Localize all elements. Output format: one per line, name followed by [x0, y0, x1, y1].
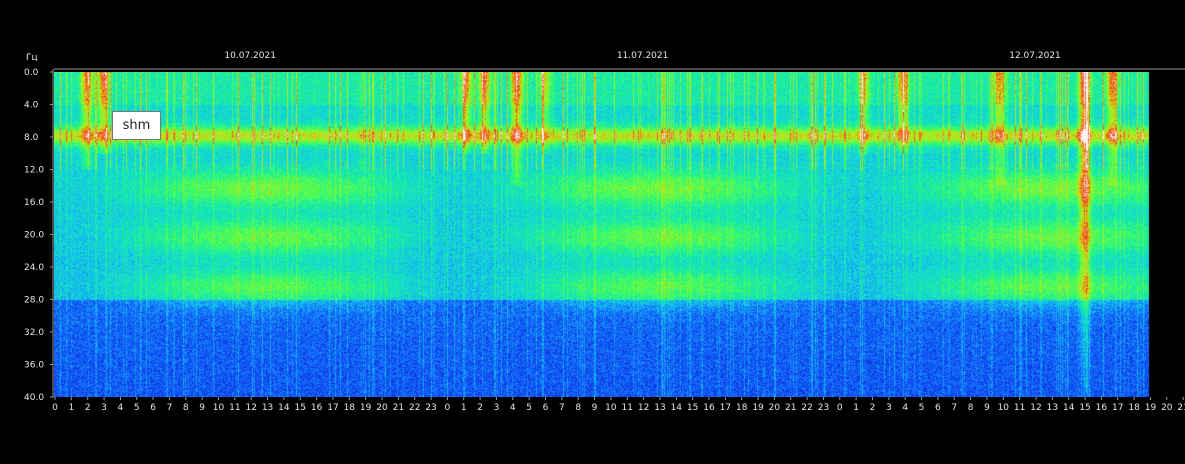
y-tick-label: 40.0: [24, 393, 44, 403]
x-tick-label: 4: [902, 403, 908, 413]
y-tick-label: 20.0: [24, 231, 44, 241]
x-tick-label: 17: [720, 403, 731, 413]
x-tick-label: 20: [376, 403, 388, 413]
x-tick-label: 8: [968, 403, 974, 413]
x-tick-label: 1: [853, 403, 859, 413]
x-tick-label: 12: [1030, 403, 1041, 413]
x-tick-label: 17: [1112, 403, 1123, 413]
x-tick-label: 16: [1096, 403, 1108, 413]
y-tick-label: 4.0: [24, 101, 39, 111]
x-tick-label: 0: [52, 403, 58, 413]
x-tick-label: 14: [278, 403, 290, 413]
x-tick-label: 5: [919, 403, 925, 413]
y-tick-label: 28.0: [24, 296, 44, 306]
x-tick-label: 20: [1161, 403, 1173, 413]
x-tick-label: 2: [85, 403, 91, 413]
x-tick-label: 18: [344, 403, 356, 413]
x-tick-label: 9: [592, 403, 598, 413]
x-tick-label: 23: [818, 403, 829, 413]
date-labels: 10.07.2021 11.07.2021 12.07.2021: [224, 51, 1060, 61]
y-tick-label: 16.0: [24, 198, 44, 208]
x-tick-label: 1: [68, 403, 74, 413]
date-label: 12.07.2021: [1009, 51, 1061, 61]
x-tick-label: 15: [295, 403, 306, 413]
date-label: 11.07.2021: [617, 51, 669, 61]
y-tick-label: 0.0: [24, 68, 39, 78]
x-tick-label: 9: [984, 403, 990, 413]
x-tick-label: 10: [213, 403, 225, 413]
x-tick-label: 11: [229, 403, 240, 413]
x-tick-label: 7: [951, 403, 957, 413]
x-tick-label: 7: [167, 403, 173, 413]
x-tick-label: 22: [801, 403, 812, 413]
x-tick-label: 5: [134, 403, 140, 413]
x-tick-label: 23: [425, 403, 436, 413]
x-tick-label: 15: [1079, 403, 1090, 413]
x-tick-label: 1: [461, 403, 467, 413]
y-tick-label: 24.0: [24, 263, 44, 273]
spectrogram-chart: Гц 0.0 4.0 8.0 12.0 16.0 20.0 24.0 28.0 32.0 36.0…: [0, 0, 1185, 464]
x-tick-label: 19: [752, 403, 764, 413]
x-tick-label: 6: [935, 403, 941, 413]
y-tick-label: 8.0: [24, 133, 39, 143]
x-tick-label: 0: [445, 403, 451, 413]
x-tick-label: 15: [687, 403, 698, 413]
x-tick-label: 13: [1047, 403, 1058, 413]
y-axis-label: Гц: [26, 53, 38, 63]
x-tick-label: 19: [360, 403, 372, 413]
x-tick-label: 14: [671, 403, 683, 413]
x-tick-label: 8: [575, 403, 581, 413]
x-tick-label: 21: [393, 403, 404, 413]
x-tick-label: 2: [870, 403, 876, 413]
x-tick-label: 7: [559, 403, 565, 413]
x-tick-label: 9: [199, 403, 205, 413]
x-tick-label: 22: [409, 403, 420, 413]
x-tick-label: 3: [886, 403, 892, 413]
x-tick-label: 16: [703, 403, 715, 413]
x-tick-label: 10: [998, 403, 1010, 413]
x-tick-label: 11: [1014, 403, 1025, 413]
x-tick-label: 20: [769, 403, 781, 413]
x-tick-label: 19: [1145, 403, 1157, 413]
x-axis-ticks: 0 1 2 3 4 5 6 7 8 9 10 11 12 13 14 15 16 17 18 19 20 21 22 23 0 1…: [52, 397, 1185, 413]
x-tick-label: 13: [262, 403, 273, 413]
x-tick-label: 21: [785, 403, 796, 413]
x-tick-label: 8: [183, 403, 189, 413]
legend-label: shm: [122, 118, 151, 133]
x-tick-label: 10: [605, 403, 617, 413]
x-tick-label: 17: [327, 403, 338, 413]
y-tick-label: 12.0: [24, 166, 44, 176]
x-tick-label: 6: [543, 403, 549, 413]
x-tick-label: 21: [1177, 403, 1185, 413]
x-tick-label: 3: [494, 403, 500, 413]
y-tick-label: 32.0: [24, 328, 44, 338]
y-axis-ticks: 0.0 4.0 8.0 12.0 16.0 20.0 24.0 28.0 32.0 36.0 40.…: [24, 68, 53, 403]
x-tick-label: 0: [837, 403, 843, 413]
x-tick-label: 18: [1128, 403, 1140, 413]
x-tick-label: 4: [118, 403, 124, 413]
x-tick-label: 12: [638, 403, 649, 413]
y-tick-label: 36.0: [24, 361, 44, 371]
x-tick-label: 3: [101, 403, 107, 413]
x-tick-label: 11: [622, 403, 633, 413]
x-tick-label: 12: [245, 403, 256, 413]
chart-axes: Гц 0.0 4.0 8.0 12.0 16.0 20.0 24.0 28.0 32.0 36.0…: [24, 51, 1185, 413]
x-tick-label: 6: [150, 403, 156, 413]
legend-shm: shm: [112, 111, 161, 140]
x-tick-label: 13: [654, 403, 665, 413]
x-tick-label: 18: [736, 403, 748, 413]
x-tick-label: 14: [1063, 403, 1075, 413]
date-label: 10.07.2021: [224, 51, 276, 61]
x-tick-label: 2: [477, 403, 483, 413]
x-tick-label: 16: [311, 403, 323, 413]
x-tick-label: 4: [510, 403, 516, 413]
x-tick-label: 5: [526, 403, 532, 413]
